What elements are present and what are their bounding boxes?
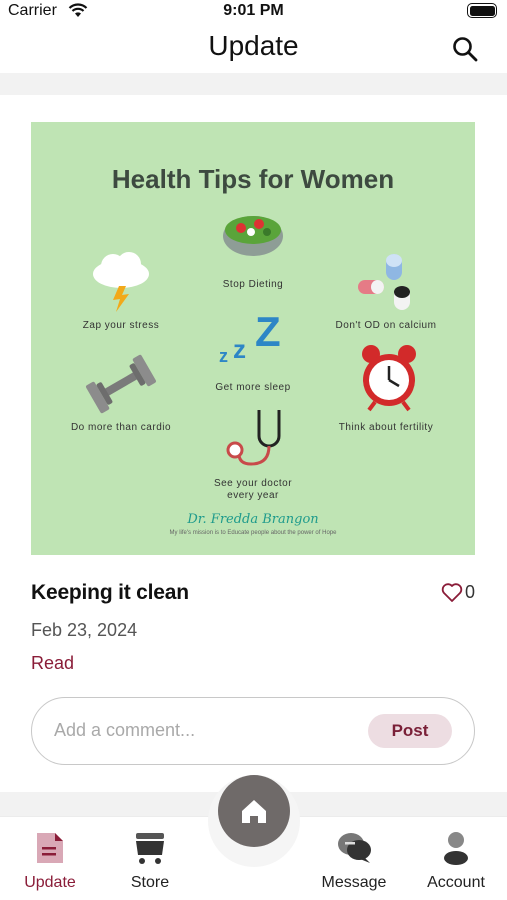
alarm-clock-icon bbox=[362, 345, 416, 412]
tab-label: Store bbox=[130, 874, 170, 891]
sleep-zzz-icon: z z Z bbox=[219, 308, 281, 366]
post-comment-button[interactable]: Post bbox=[368, 714, 452, 748]
poster-tagline: My life's mission is to Educate people a… bbox=[169, 530, 337, 536]
tip-label: Don't OD on calcium bbox=[335, 320, 437, 331]
chat-icon bbox=[338, 833, 371, 863]
cart-icon bbox=[136, 833, 164, 864]
tip-label: Zap your stress bbox=[82, 320, 160, 331]
like-button[interactable]: 0 bbox=[441, 582, 475, 603]
heart-icon bbox=[441, 582, 463, 602]
comment-box: Post bbox=[31, 697, 475, 765]
status-bar: Carrier 9:01 PM bbox=[0, 0, 507, 24]
poster-signature: Dr. Fredda Brangon bbox=[187, 512, 319, 527]
tab-store[interactable]: Store bbox=[100, 831, 200, 892]
comment-input[interactable] bbox=[54, 720, 354, 741]
tab-update[interactable]: Update bbox=[0, 831, 100, 892]
stethoscope-icon bbox=[226, 410, 281, 466]
battery-icon bbox=[467, 3, 497, 18]
dumbbell-icon bbox=[86, 354, 156, 414]
document-icon bbox=[37, 833, 63, 863]
tip-label: Do more than cardio bbox=[70, 422, 172, 433]
search-button[interactable] bbox=[451, 35, 479, 63]
person-icon bbox=[444, 832, 468, 865]
home-button[interactable] bbox=[218, 775, 290, 847]
pills-icon bbox=[358, 254, 410, 310]
nav-header: Update bbox=[0, 24, 507, 72]
post-title: Keeping it clean bbox=[31, 581, 189, 604]
tip-label: Get more sleep bbox=[215, 382, 291, 393]
tab-message[interactable]: Message bbox=[304, 831, 404, 892]
tab-account[interactable]: Account bbox=[406, 831, 506, 892]
tip-label: See your doctor every year bbox=[213, 478, 293, 501]
tab-label: Message bbox=[321, 874, 387, 891]
clock-time: 9:01 PM bbox=[223, 2, 284, 19]
cloud-lightning-icon bbox=[93, 252, 149, 312]
poster-title: Health Tips for Women bbox=[111, 164, 395, 194]
salad-icon bbox=[223, 216, 283, 256]
like-count: 0 bbox=[464, 582, 475, 602]
tip-label: Stop Dieting bbox=[222, 279, 284, 290]
tip-label: Think about fertility bbox=[338, 422, 434, 433]
page-title: Update bbox=[208, 30, 299, 61]
search-icon bbox=[453, 37, 478, 62]
home-icon bbox=[242, 800, 266, 823]
post-image[interactable]: Health Tips for Women Stop Dieting Zap y… bbox=[31, 122, 475, 555]
tab-label: Account bbox=[427, 874, 485, 891]
section-divider bbox=[0, 73, 507, 95]
post-date: Feb 23, 2024 bbox=[31, 620, 138, 640]
tab-label: Update bbox=[24, 874, 76, 891]
home-button-wrap bbox=[208, 775, 300, 867]
read-link[interactable]: Read bbox=[31, 653, 74, 674]
